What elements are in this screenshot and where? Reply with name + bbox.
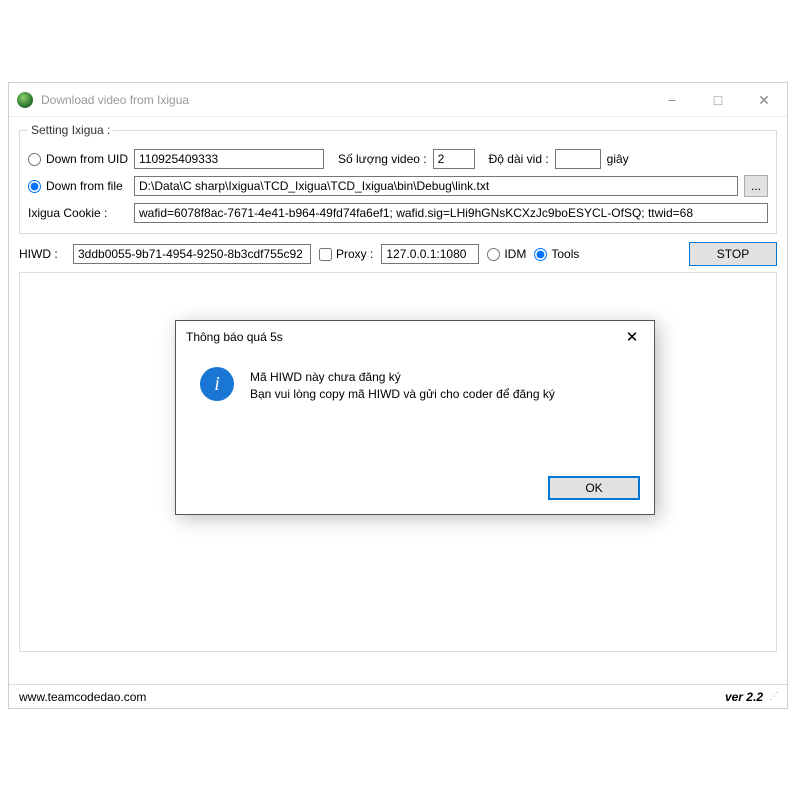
down-from-uid-radio[interactable] bbox=[28, 153, 41, 166]
maximize-button[interactable]: □ bbox=[695, 84, 741, 116]
qty-label: Số lượng video : bbox=[338, 152, 427, 166]
tools-radio[interactable] bbox=[534, 248, 547, 261]
ok-button[interactable]: OK bbox=[548, 476, 640, 500]
cookie-label: Ixigua Cookie : bbox=[28, 206, 128, 220]
cookie-row: Ixigua Cookie : bbox=[28, 203, 768, 223]
proxy-checkbox[interactable] bbox=[319, 248, 332, 261]
dialog-body: i Mã HIWD này chưa đăng ký Bạn vui lòng … bbox=[176, 353, 654, 414]
stop-button[interactable]: STOP bbox=[689, 242, 777, 266]
window-title: Download video from Ixigua bbox=[41, 93, 189, 107]
info-icon: i bbox=[200, 367, 234, 401]
down-from-uid-option[interactable]: Down from UID bbox=[28, 152, 128, 166]
down-from-file-radio[interactable] bbox=[28, 180, 41, 193]
app-icon bbox=[17, 92, 33, 108]
dialog-title: Thông báo quá 5s bbox=[186, 330, 283, 344]
proxy-option[interactable]: Proxy : bbox=[319, 247, 373, 261]
settings-legend: Setting Ixigua : bbox=[28, 123, 113, 137]
minimize-button[interactable]: − bbox=[649, 84, 695, 116]
idm-label: IDM bbox=[504, 247, 526, 261]
dialog-message-line2: Bạn vui lòng copy mã HIWD và gửi cho cod… bbox=[250, 386, 555, 403]
hiwd-label: HIWD : bbox=[19, 247, 65, 261]
close-button[interactable]: ✕ bbox=[741, 84, 787, 116]
seconds-label: giây bbox=[607, 152, 629, 166]
status-version: ver 2.2 bbox=[725, 690, 763, 704]
uid-input[interactable] bbox=[134, 149, 324, 169]
duration-label: Độ dài vid : bbox=[489, 152, 549, 166]
down-from-file-option[interactable]: Down from file bbox=[28, 179, 128, 193]
qty-input[interactable] bbox=[433, 149, 475, 169]
settings-group: Setting Ixigua : Down from UID Số lượng … bbox=[19, 123, 777, 234]
down-from-file-label: Down from file bbox=[46, 179, 123, 193]
dialog-message-line1: Mã HIWD này chưa đăng ký bbox=[250, 369, 555, 386]
hiwd-row: HIWD : Proxy : IDM Tools STOP bbox=[19, 242, 777, 266]
cookie-input[interactable] bbox=[134, 203, 768, 223]
browse-button[interactable]: ... bbox=[744, 175, 768, 197]
message-dialog: Thông báo quá 5s ✕ i Mã HIWD này chưa đă… bbox=[175, 320, 655, 515]
dialog-titlebar: Thông báo quá 5s ✕ bbox=[176, 321, 654, 353]
tools-option[interactable]: Tools bbox=[534, 247, 579, 261]
file-path-input[interactable] bbox=[134, 176, 738, 196]
proxy-label: Proxy : bbox=[336, 247, 373, 261]
idm-radio[interactable] bbox=[487, 248, 500, 261]
window-control-buttons: − □ ✕ bbox=[649, 84, 787, 116]
tools-label: Tools bbox=[551, 247, 579, 261]
resize-grip-icon[interactable]: ⋰ bbox=[769, 691, 777, 702]
status-site: www.teamcodedao.com bbox=[19, 690, 725, 704]
dialog-footer: OK bbox=[548, 476, 640, 500]
duration-input[interactable] bbox=[555, 149, 601, 169]
dialog-close-button[interactable]: ✕ bbox=[610, 322, 654, 352]
idm-option[interactable]: IDM bbox=[487, 247, 526, 261]
status-bar: www.teamcodedao.com ver 2.2 ⋰ bbox=[9, 684, 787, 708]
proxy-input[interactable] bbox=[381, 244, 479, 264]
down-from-uid-label: Down from UID bbox=[46, 152, 128, 166]
uid-row: Down from UID Số lượng video : Độ dài vi… bbox=[28, 149, 768, 169]
hiwd-input[interactable] bbox=[73, 244, 311, 264]
dialog-message: Mã HIWD này chưa đăng ký Bạn vui lòng co… bbox=[250, 367, 555, 404]
titlebar: Download video from Ixigua − □ ✕ bbox=[9, 83, 787, 117]
file-row: Down from file ... bbox=[28, 175, 768, 197]
